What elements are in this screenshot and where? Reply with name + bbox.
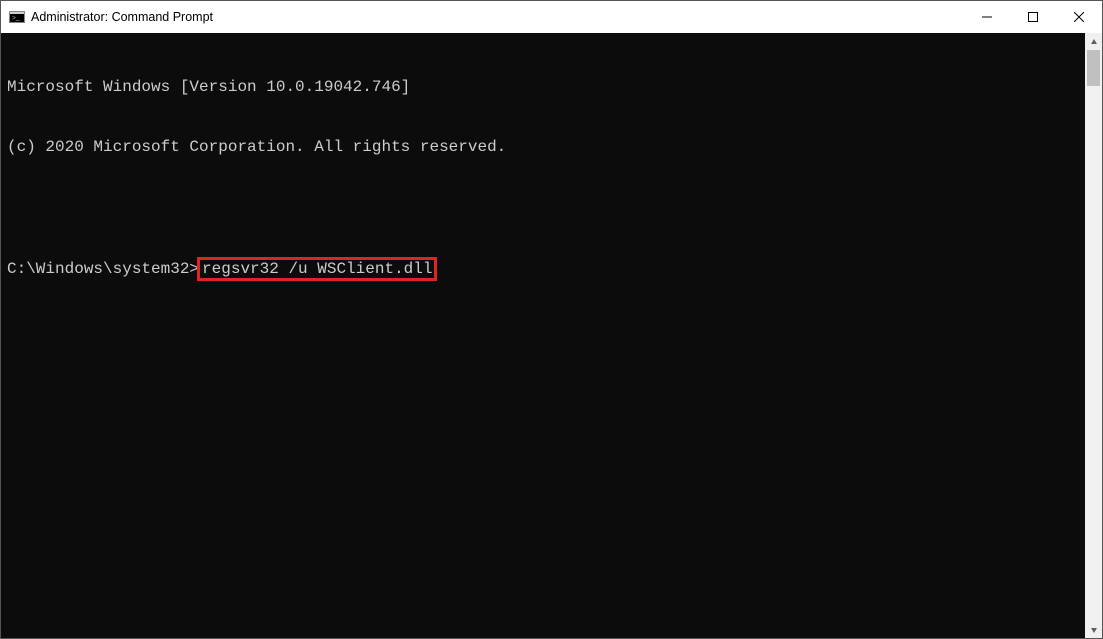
terminal-line: (c) 2020 Microsoft Corporation. All righ…: [7, 137, 1079, 157]
terminal-prompt-line: C:\Windows\system32>regsvr32 /u WSClient…: [7, 257, 1079, 281]
maximize-button[interactable]: [1010, 1, 1056, 33]
cmd-icon: >_: [9, 9, 25, 25]
minimize-button[interactable]: [964, 1, 1010, 33]
client-area: Microsoft Windows [Version 10.0.19042.74…: [1, 33, 1102, 638]
scroll-down-button[interactable]: [1085, 621, 1102, 638]
app-window: >_ Administrator: Command Prompt Microso…: [0, 0, 1103, 639]
command-highlight: regsvr32 /u WSClient.dll: [197, 257, 437, 281]
terminal-command: regsvr32 /u WSClient.dll: [202, 260, 432, 278]
scroll-thumb[interactable]: [1087, 50, 1100, 86]
titlebar[interactable]: >_ Administrator: Command Prompt: [1, 1, 1102, 33]
terminal-line: [7, 197, 1079, 217]
terminal-output[interactable]: Microsoft Windows [Version 10.0.19042.74…: [1, 33, 1085, 638]
window-title: Administrator: Command Prompt: [31, 10, 964, 24]
window-controls: [964, 1, 1102, 33]
vertical-scrollbar[interactable]: [1085, 33, 1102, 638]
svg-text:>_: >_: [12, 14, 20, 22]
terminal-line: Microsoft Windows [Version 10.0.19042.74…: [7, 77, 1079, 97]
scroll-up-button[interactable]: [1085, 33, 1102, 50]
close-button[interactable]: [1056, 1, 1102, 33]
scroll-track[interactable]: [1085, 50, 1102, 621]
terminal-prompt: C:\Windows\system32>: [7, 260, 199, 278]
